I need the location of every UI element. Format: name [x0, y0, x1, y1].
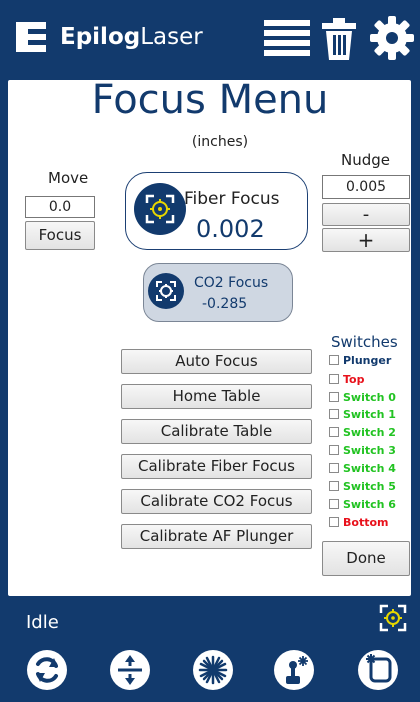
fiber-focus-label: Fiber Focus: [184, 189, 280, 209]
brand-name: EpilogLaser: [60, 24, 203, 50]
switch-indicator: [329, 481, 339, 491]
nudge-label: Nudge: [341, 151, 390, 169]
home-table-button[interactable]: Home Table: [121, 384, 312, 409]
switch-indicator: [329, 427, 339, 437]
focus-button[interactable]: Focus: [25, 221, 95, 250]
switch-2: Switch 2: [329, 424, 396, 440]
focus-status-icon: [378, 603, 408, 637]
refresh-button[interactable]: [27, 650, 67, 690]
calibrate-table-button[interactable]: Calibrate Table: [121, 419, 312, 444]
nudge-input[interactable]: 0.005: [322, 175, 410, 199]
done-button[interactable]: Done: [322, 541, 410, 576]
header-bar: EpilogLaser: [0, 0, 420, 78]
nudge-minus-button[interactable]: -: [322, 203, 410, 226]
laser-burst-icon: [198, 655, 228, 685]
vertical-move-icon: [118, 655, 142, 685]
epilog-logo: EpilogLaser: [16, 22, 203, 52]
laser-frame-icon: [366, 654, 392, 683]
calibrate-co2-focus-button[interactable]: Calibrate CO2 Focus: [121, 489, 312, 514]
units-label: (inches): [191, 134, 249, 150]
switch-indicator: [329, 392, 339, 402]
co2-focus-label: CO2 Focus: [194, 275, 269, 291]
co2-target-icon: [148, 273, 184, 309]
trash-icon[interactable]: [322, 18, 356, 64]
switch-0: Switch 0: [329, 389, 396, 405]
laser-frame-button[interactable]: [358, 650, 398, 690]
page-title: Focus Menu: [91, 77, 329, 123]
switch-plunger: Plunger: [329, 352, 391, 368]
epilog-logo-mark-icon: [16, 22, 46, 52]
focus-target-icon: [134, 183, 186, 235]
switch-indicator: [329, 463, 339, 473]
switch-bottom: Bottom: [329, 514, 388, 530]
laser-fire-button[interactable]: [193, 650, 233, 690]
calibrate-af-plunger-button[interactable]: Calibrate AF Plunger: [121, 524, 312, 549]
joystick-button[interactable]: [274, 650, 314, 690]
calibrate-fiber-focus-button[interactable]: Calibrate Fiber Focus: [121, 454, 312, 479]
switch-indicator: [329, 409, 339, 419]
switches-title: Switches: [331, 333, 398, 351]
switch-indicator: [329, 374, 339, 384]
menu-list-icon[interactable]: [264, 20, 310, 62]
switch-indicator: [329, 499, 339, 509]
nudge-plus-button[interactable]: +: [322, 228, 410, 252]
switch-indicator: [329, 517, 339, 527]
auto-focus-button[interactable]: Auto Focus: [121, 349, 312, 374]
refresh-icon: [36, 657, 58, 683]
switch-6: Switch 6: [329, 496, 396, 512]
switch-5: Switch 5: [329, 478, 396, 494]
switch-indicator: [329, 445, 339, 455]
move-axis-button[interactable]: [110, 650, 150, 690]
switch-indicator: [329, 355, 339, 365]
move-label: Move: [48, 169, 89, 187]
joystick-laser-icon: [286, 656, 308, 684]
switch-4: Switch 4: [329, 460, 396, 476]
status-text: Idle: [26, 612, 59, 633]
switch-top: Top: [329, 371, 364, 387]
move-input[interactable]: 0.0: [25, 196, 95, 218]
gear-icon[interactable]: [370, 16, 414, 64]
co2-focus-button[interactable]: CO2 Focus -0.285: [143, 263, 293, 322]
fiber-focus-button[interactable]: Fiber Focus 0.002: [125, 172, 308, 250]
fiber-focus-value: 0.002: [196, 215, 265, 243]
switch-3: Switch 3: [329, 442, 396, 458]
switch-1: Switch 1: [329, 406, 396, 422]
co2-focus-value: -0.285: [202, 296, 248, 312]
